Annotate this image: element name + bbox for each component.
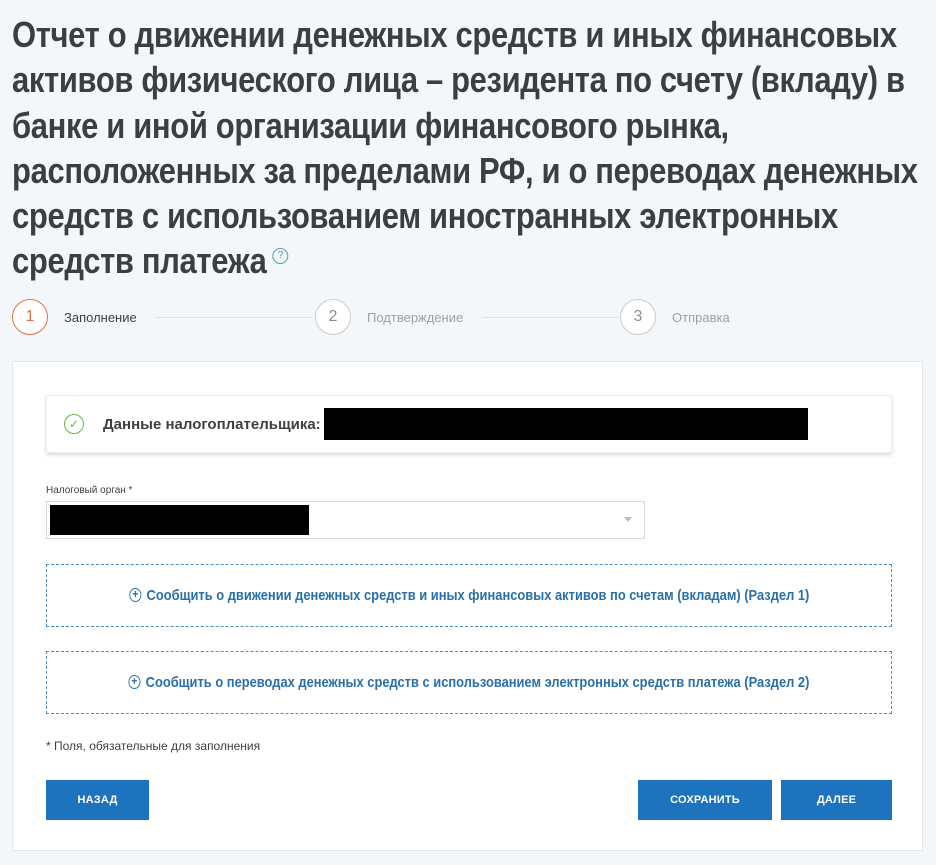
step-fill: 1 Заполнение xyxy=(12,297,137,337)
stepper: 1 Заполнение 2 Подтверждение 3 Отправка xyxy=(12,297,912,337)
page-title: Отчет о движении денежных средств и иных… xyxy=(12,12,924,284)
plus-circle-icon: + xyxy=(129,588,142,603)
stepper-connector xyxy=(155,317,313,318)
step-number: 3 xyxy=(620,299,656,335)
step-label: Отправка xyxy=(672,309,730,325)
back-button[interactable]: НАЗАД xyxy=(46,780,149,820)
step-label: Подтверждение xyxy=(367,309,464,325)
help-icon[interactable]: ? xyxy=(272,247,289,264)
redacted-tax-authority-value xyxy=(50,505,309,535)
form-card: ✓ Данные налогоплательщика: Налоговый ор… xyxy=(12,361,923,851)
required-fields-note: * Поля, обязательные для заполнения xyxy=(46,739,261,753)
check-circle-icon: ✓ xyxy=(64,414,84,434)
save-button[interactable]: СОХРАНИТЬ xyxy=(638,780,772,820)
step-label: Заполнение xyxy=(64,309,137,325)
redacted-taxpayer-data xyxy=(323,408,808,440)
next-button[interactable]: ДАЛЕЕ xyxy=(781,780,892,820)
chevron-down-icon xyxy=(624,517,632,522)
taxpayer-panel: ✓ Данные налогоплательщика: xyxy=(46,395,892,453)
step-number: 2 xyxy=(315,299,351,335)
step-confirm: 2 Подтверждение xyxy=(315,297,463,337)
add-section1-label: Сообщить о движении денежных средств и и… xyxy=(146,587,809,604)
step-number: 1 xyxy=(12,299,48,335)
tax-authority-select[interactable] xyxy=(46,501,645,539)
step-send: 3 Отправка xyxy=(620,297,730,337)
taxpayer-label: Данные налогоплательщика: xyxy=(103,415,321,433)
add-section2-button[interactable]: + Сообщить о переводах денежных средств с… xyxy=(46,651,892,714)
plus-circle-icon: + xyxy=(128,675,141,690)
page-title-text: Отчет о движении денежных средств и иных… xyxy=(12,14,918,282)
add-section2-label: Сообщить о переводах денежных средств с … xyxy=(145,674,810,691)
stepper-connector xyxy=(482,317,618,318)
tax-authority-label: Налоговый орган * xyxy=(46,485,133,496)
add-section1-button[interactable]: + Сообщить о движении денежных средств и … xyxy=(46,564,892,627)
